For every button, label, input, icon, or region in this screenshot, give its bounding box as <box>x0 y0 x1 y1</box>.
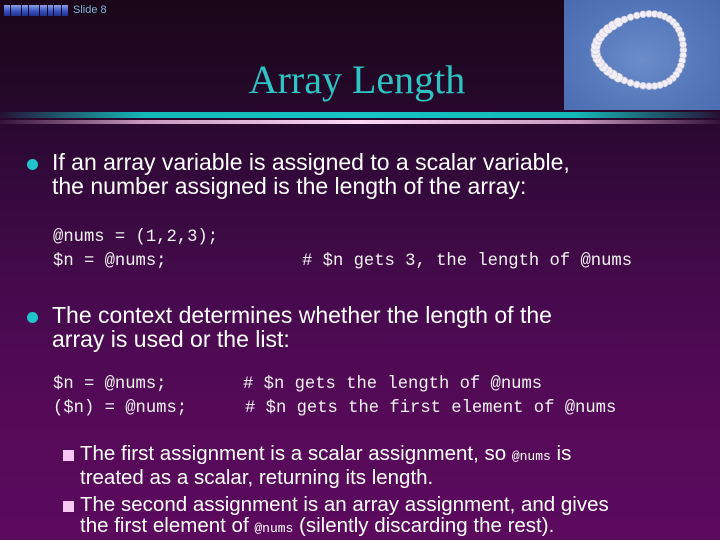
inline-code: @nums <box>511 449 551 464</box>
bead <box>679 40 687 49</box>
logo-block <box>4 5 11 16</box>
bullet-text-line: If an array variable is assigned to a sc… <box>52 149 570 175</box>
slide-title: Array Length <box>248 57 466 102</box>
code-statement: ($n) = @nums; <box>53 399 188 418</box>
slide-number: Slide 8 <box>73 4 107 16</box>
logo-block <box>54 5 61 16</box>
logo-block <box>11 5 21 16</box>
bullet-text: The context determines whether the lengt… <box>52 303 712 351</box>
logo-block <box>47 5 54 16</box>
square-bullet-icon <box>63 450 74 461</box>
code-statement: @nums = (1,2,3); <box>53 228 219 247</box>
bead <box>620 15 629 24</box>
title-rule-pink <box>0 120 720 124</box>
bead <box>626 13 635 21</box>
bullet-dot-icon <box>27 312 38 323</box>
sub-bullet-text-line: The first assignment is a scalar assignm… <box>80 442 572 465</box>
sub-bullet-text: The first assignment is a scalar assignm… <box>80 443 720 488</box>
inline-code: @nums <box>254 521 294 536</box>
sub-bullet-text: The second assignment is an array assign… <box>80 494 720 539</box>
sub-bullet-text-line: The second assignment is an array assign… <box>80 493 609 516</box>
bead <box>633 11 641 20</box>
code-comment: # $n gets 3, the length of @nums <box>302 252 633 271</box>
bullet-text-line: The context determines whether the lengt… <box>52 302 552 328</box>
code-statement: $n = @nums; <box>53 252 167 271</box>
square-bullet-icon <box>63 501 74 512</box>
sub-bullet-text-line: the first element of @nums (silently dis… <box>80 514 555 537</box>
company-logo <box>4 5 69 16</box>
code-comment: # $n gets the length of @nums <box>243 375 543 394</box>
bullet-dot-icon <box>27 159 38 170</box>
logo-block <box>29 5 40 16</box>
bullet-text: If an array variable is assigned to a sc… <box>52 150 712 198</box>
logo-block <box>21 5 29 16</box>
bullet-text-line: the number assigned is the length of the… <box>52 173 527 199</box>
code-comment: # $n gets the first element of @nums <box>245 399 617 418</box>
sub-bullet-text-line: treated as a scalar, returning its lengt… <box>80 466 434 489</box>
code-statement: $n = @nums; <box>53 375 167 394</box>
logo-block <box>61 5 69 16</box>
logo-block <box>40 5 47 16</box>
bullet-text-line: array is used or the list: <box>52 326 290 352</box>
title-rule-teal <box>0 112 720 118</box>
